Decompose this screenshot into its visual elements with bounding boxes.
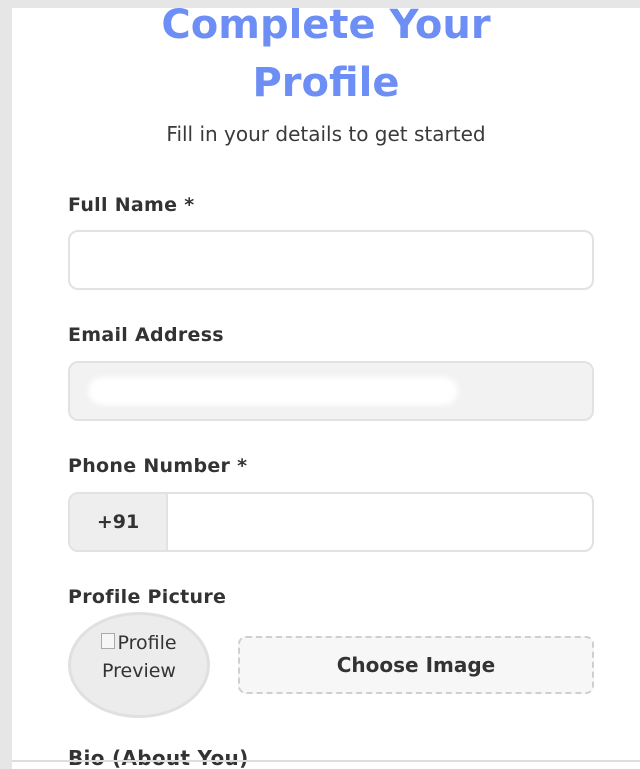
broken-image-icon [101, 632, 116, 649]
bio-label: Bio (About You) [68, 746, 249, 769]
profile-picture-label: Profile Picture [68, 586, 227, 608]
phone-field: +91 [68, 492, 594, 552]
page-title-line2: Profile [252, 60, 400, 106]
full-name-label: Full Name * [68, 194, 195, 216]
profile-preview-image: Profile Preview [68, 612, 210, 718]
divider [12, 760, 640, 762]
phone-input[interactable] [168, 494, 592, 550]
choose-image-button[interactable]: Choose Image [238, 636, 594, 694]
profile-form-page: Complete Your Profile Fill in your detai… [12, 8, 640, 769]
email-redacted-value [88, 377, 458, 405]
page-title: Complete Your Profile [12, 8, 640, 112]
full-name-input[interactable] [68, 230, 594, 290]
email-label: Email Address [68, 324, 224, 346]
email-input[interactable] [68, 361, 594, 421]
phone-country-prefix: +91 [70, 494, 168, 550]
page-subtitle: Fill in your details to get started [166, 122, 486, 146]
page-title-line1: Complete Your [161, 8, 491, 48]
phone-label: Phone Number * [68, 455, 248, 477]
